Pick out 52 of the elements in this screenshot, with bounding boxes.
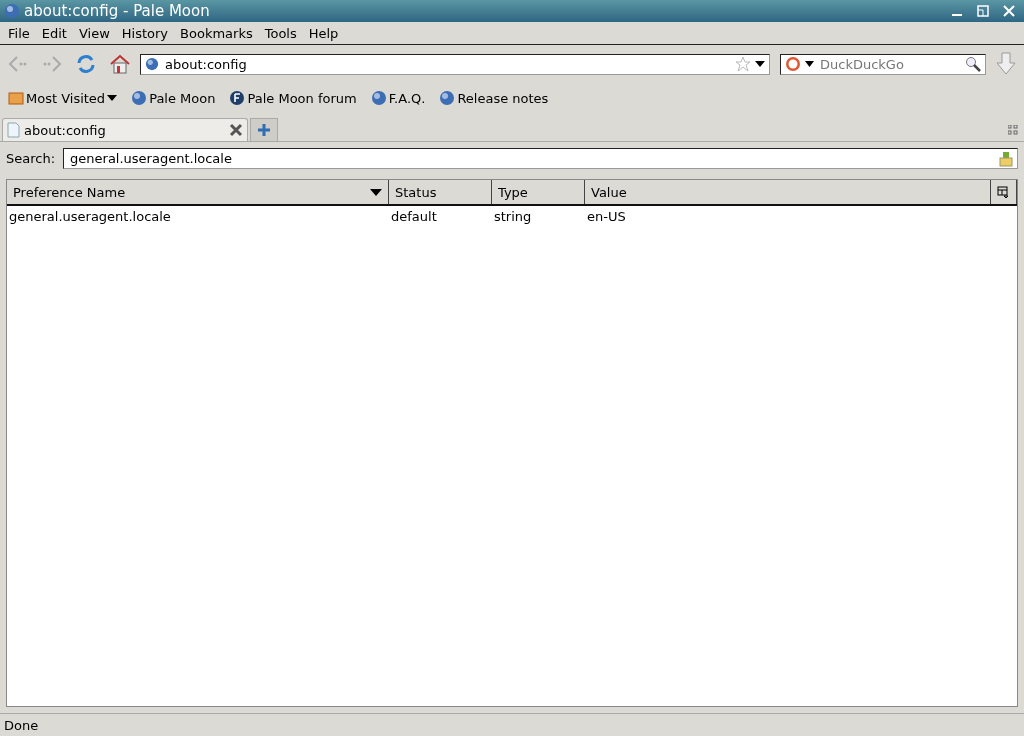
site-icon bbox=[145, 57, 159, 71]
globe-icon bbox=[370, 90, 387, 106]
globe-icon bbox=[131, 90, 148, 106]
grid-icon[interactable] bbox=[1008, 125, 1018, 135]
menu-item[interactable]: Tools bbox=[258, 25, 303, 41]
window-title: about:config - Pale Moon bbox=[24, 2, 211, 20]
dropdown-icon[interactable] bbox=[755, 61, 765, 67]
star-icon[interactable] bbox=[735, 56, 751, 72]
bookmark-item[interactable]: Most Visited bbox=[4, 90, 122, 106]
menu-item[interactable]: Edit bbox=[35, 25, 73, 41]
folder-icon bbox=[8, 90, 24, 106]
column-header[interactable]: Type bbox=[492, 180, 585, 204]
column-picker[interactable] bbox=[991, 180, 1017, 204]
bookmark-item[interactable]: F.A.Q. bbox=[366, 90, 430, 106]
search-input[interactable]: DuckDuckGo bbox=[818, 55, 961, 73]
status-text: Done bbox=[4, 717, 39, 733]
table-cell-text: general.useragent.locale bbox=[8, 208, 172, 224]
app-icon bbox=[4, 3, 20, 19]
menu-item[interactable]: File bbox=[2, 25, 36, 41]
bookmark-item[interactable]: Pale Moon bbox=[127, 90, 220, 106]
menu-item[interactable]: Bookmarks bbox=[174, 25, 259, 41]
menu-item[interactable]: History bbox=[115, 25, 175, 41]
plus-icon[interactable] bbox=[257, 123, 271, 137]
dropdown-icon[interactable] bbox=[805, 61, 814, 67]
address-field[interactable]: about:config bbox=[140, 53, 770, 75]
search-field[interactable]: DuckDuckGo bbox=[780, 53, 986, 75]
column-header[interactable]: Status bbox=[389, 180, 492, 204]
table-cell-text: default bbox=[390, 208, 438, 224]
sort-icon bbox=[370, 188, 382, 196]
forum-icon bbox=[229, 90, 246, 106]
column-header[interactable]: Preference Name bbox=[7, 180, 389, 204]
new-tab-button[interactable] bbox=[250, 118, 278, 141]
page-icon bbox=[7, 122, 20, 138]
columns-icon[interactable] bbox=[997, 186, 1009, 198]
close-tab-icon[interactable] bbox=[229, 123, 243, 137]
dropdown-icon bbox=[107, 95, 118, 101]
search-icon[interactable] bbox=[965, 56, 981, 72]
browser-tab[interactable]: about:config bbox=[2, 118, 248, 141]
filter-input[interactable]: general.useragent.locale bbox=[68, 150, 995, 167]
menu-item[interactable]: View bbox=[72, 25, 116, 41]
table-cell-text: string bbox=[493, 208, 533, 224]
globe-icon bbox=[439, 90, 456, 106]
menu-item[interactable]: Help bbox=[302, 25, 345, 41]
table-cell-text: en-US bbox=[586, 208, 627, 224]
close-icon[interactable] bbox=[1003, 5, 1015, 17]
filter-field[interactable]: general.useragent.locale bbox=[63, 148, 1018, 169]
bookmark-item[interactable]: Pale Moon forum bbox=[225, 90, 361, 106]
bookmark-item[interactable]: Release notes bbox=[435, 90, 553, 106]
column-header[interactable]: Value bbox=[585, 180, 991, 204]
search-label: Search: bbox=[6, 151, 56, 166]
address-input[interactable]: about:config bbox=[163, 55, 731, 73]
maximize-icon[interactable] bbox=[977, 5, 989, 17]
